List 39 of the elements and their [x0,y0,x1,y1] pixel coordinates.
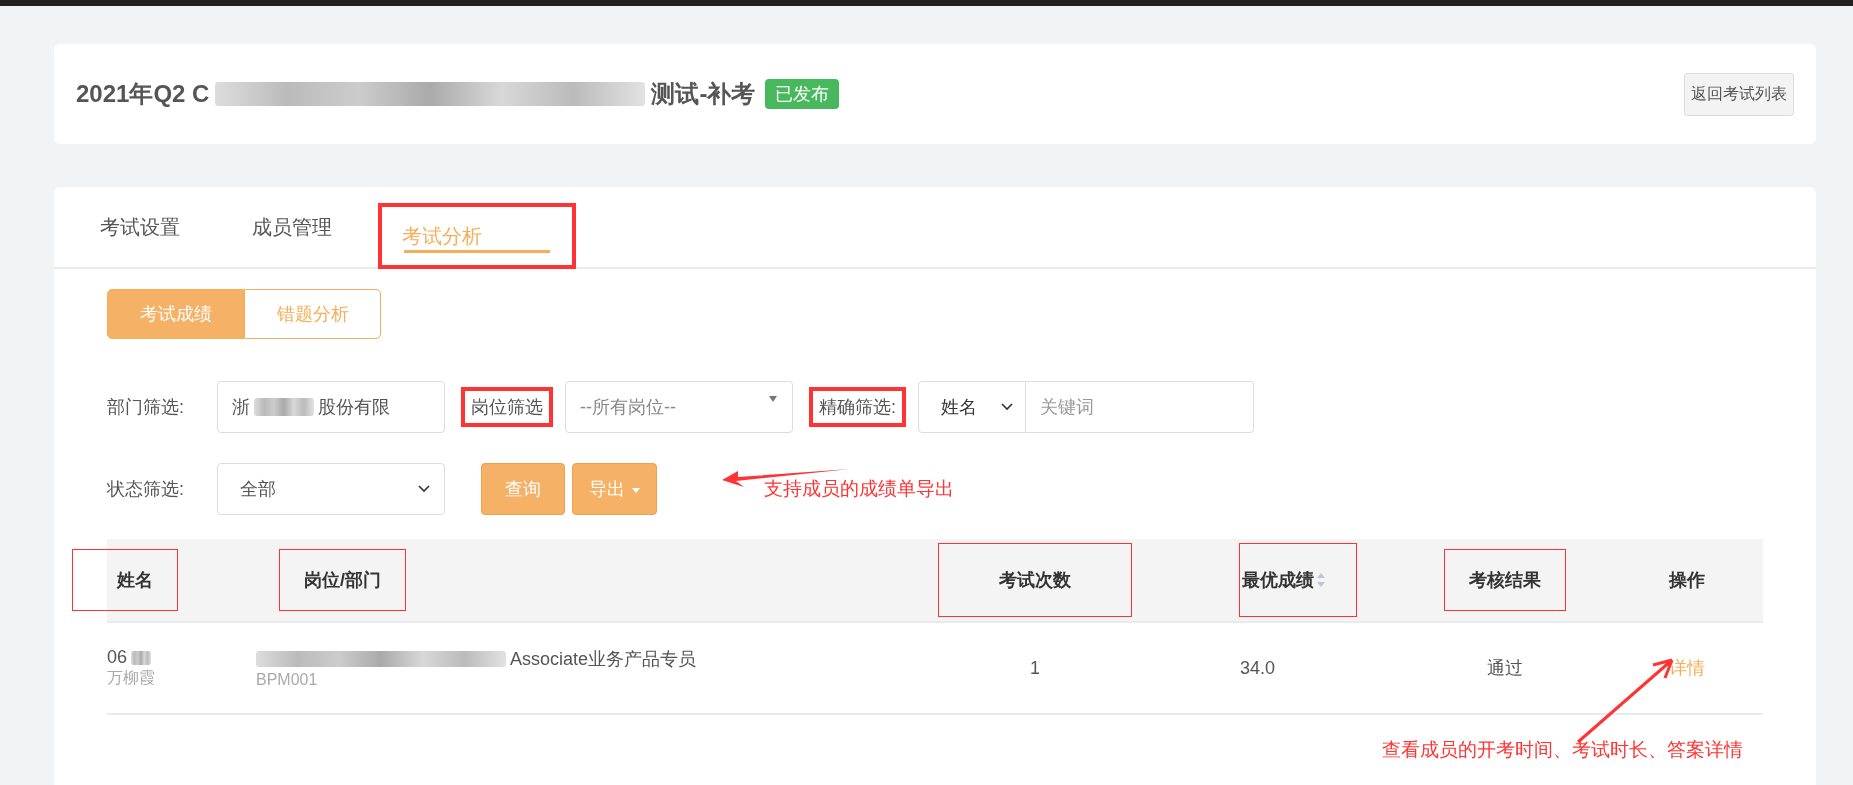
column-header: 最优成绩 [1240,544,1356,616]
annotation-text: 查看成员的开考时间、考试时长、答案详情 [1382,738,1743,762]
keyword-field[interactable]: 关键词 [1026,381,1254,433]
table-cell: 1 [1030,657,1040,679]
status-select[interactable]: 全部 [217,463,445,515]
column-header: 姓名 [73,550,177,610]
column-header: 岗位/部门 [280,550,405,610]
field-select[interactable]: 姓名 [918,381,1026,433]
filter-label: 部门筛选: [107,396,185,419]
exam-title-end: 测试-补考 [651,79,756,109]
dropdown-icon [768,396,778,402]
status-badge: 已发布 [765,79,840,109]
annotation-text: 支持成员的成绩单导出 [764,477,954,501]
table-cell: 34.0 [1240,657,1276,679]
tab[interactable]: 成员管理 [226,187,358,267]
exam-title: 2021年Q2 C [76,79,210,109]
back-to-list-button[interactable]: 返回考试列表 [1684,72,1794,116]
chevron-down-icon [418,485,430,493]
sort-icon[interactable] [1316,572,1326,588]
segment-button[interactable]: 考试成绩 [107,289,244,339]
department-field[interactable]: 浙 股份有限 [217,381,445,433]
column-header: 考核结果 [1445,550,1565,610]
tab[interactable]: 考试设置 [100,187,206,267]
department-code: BPM001 [256,671,319,689]
caret-icon [632,487,640,493]
position-text: Associate业务产品专员 [510,648,697,671]
position-select[interactable]: --所有岗位-- [565,381,793,433]
column-header: 操作 [1668,569,1705,592]
member-name: 万柳霞 [107,668,156,688]
redaction-blur [131,650,152,665]
table-cell-text: 通过 [1487,657,1523,680]
filter-label: 状态筛选: [107,478,185,501]
export-button[interactable]: 导出 [572,463,657,515]
chevron-down-icon [1001,403,1013,411]
query-button[interactable]: 查询 [481,463,565,515]
member-id: 06 [107,647,128,668]
column-header: 考试次数 [939,544,1131,616]
segment-button[interactable]: 错题分析 [244,289,381,339]
tab[interactable]: 考试分析 [378,203,576,269]
